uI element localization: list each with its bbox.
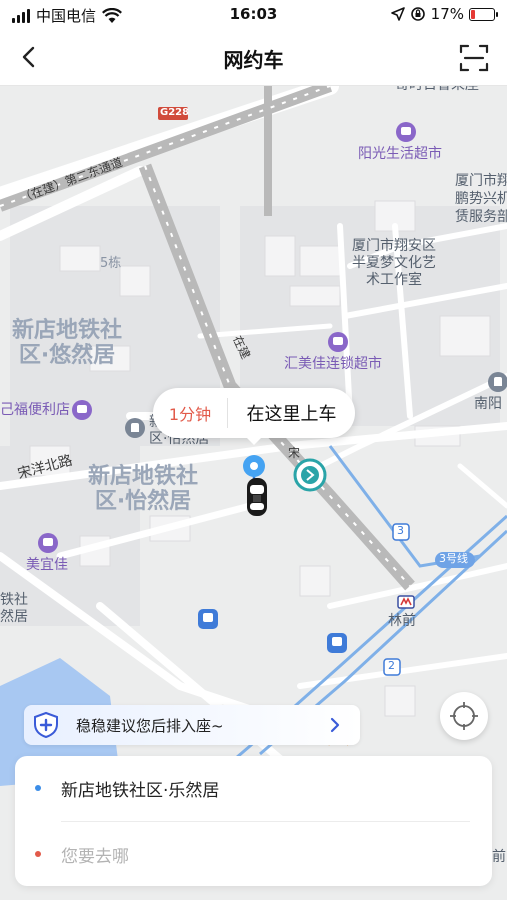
poi-qian: 前 (492, 849, 506, 865)
battery-level (471, 9, 476, 19)
poi-huimeijia: 汇美佳连锁超市 (284, 356, 382, 372)
poi-tieshe: 铁社 然居 (0, 592, 28, 625)
area-yiranju: 新店地铁社 区·怡然居 (88, 464, 199, 515)
poi-bianli: 己福便利店 (0, 402, 70, 418)
poi-meiyijia: 美宜佳 (26, 557, 68, 573)
area-youranju: 新店地铁社 区·悠然居 (12, 318, 123, 369)
highway-shield-label: G228 (160, 107, 190, 118)
bus-stop-icon (198, 609, 218, 629)
poi-banxia: 厦门市翔安区 半夏梦文化艺 术工作室 (352, 238, 436, 288)
supermarket-pin-icon-2 (328, 332, 348, 352)
nanyang-pin-icon (488, 372, 507, 392)
supermarket-pin-icon (396, 122, 416, 142)
pickup-dot-icon (35, 785, 41, 791)
destination-row[interactable]: 您要去哪 (15, 824, 492, 884)
pickup-address-row[interactable]: 新店地铁社区·乐然居 (15, 758, 492, 818)
orientation-lock-icon (410, 7, 425, 21)
destination-dot-icon (35, 851, 41, 857)
community-pin-icon (125, 418, 145, 438)
map-view[interactable]: 哥时日香來座 G228 （在建）第二东通道 5栋 阳光生活超市 厦门市翔 鹏势兴… (0, 86, 507, 900)
metro-station-linqian: 林前 (388, 613, 416, 629)
destination-input[interactable]: 您要去哪 (61, 842, 129, 867)
pickup-address: 新店地铁社区·乐然居 (61, 781, 220, 801)
pickup-text: 在这里上车 (246, 404, 337, 425)
building-label-5: 5栋 (100, 256, 122, 271)
scan-button[interactable] (459, 43, 489, 73)
crosshair-icon (450, 702, 478, 730)
pickup-eta: 1分钟 (168, 405, 212, 424)
store-pin-icon (72, 400, 92, 420)
locate-me-button[interactable] (440, 692, 488, 740)
car-icon (247, 478, 267, 516)
line-badge-3: 3 (397, 524, 404, 537)
map-label-top: 哥时日香來座 (395, 86, 479, 95)
nav-bar: 网约车 (0, 30, 507, 86)
charging-station-icon (293, 458, 327, 492)
line-badge-2: 2 (388, 659, 395, 672)
seat-suggestion-banner[interactable]: 稳稳建议您后排入座~ (24, 705, 360, 745)
meiyijia-pin-icon (38, 533, 58, 553)
chevron-right-icon (330, 717, 340, 733)
status-bar: 中国电信 16:03 17% (0, 0, 507, 30)
metro-line-3-label: 3号线 (439, 552, 468, 565)
pickup-bubble[interactable]: 1分钟 在这里上车 (153, 388, 355, 445)
page-title: 网约车 (223, 48, 284, 72)
shield-plus-icon (34, 711, 58, 739)
battery-icon (469, 7, 498, 21)
status-right: 17% (390, 5, 498, 23)
pickup-arrow (245, 436, 263, 445)
poi-yangguang: 阳光生活超市 (358, 146, 442, 162)
battery-percent: 17% (430, 5, 464, 23)
scan-icon (459, 44, 489, 72)
seat-suggestion-text: 稳稳建议您后排入座~ (76, 717, 224, 735)
poi-nanyang: 南阳 (474, 396, 502, 412)
location-arrow-icon (390, 7, 405, 21)
poi-xiamen-peng: 厦门市翔 鹏势兴机 赁服务部 (455, 173, 507, 226)
address-card: 新店地铁社区·乐然居 您要去哪 (15, 756, 492, 886)
address-divider (61, 821, 470, 822)
bus-stop-icon-2 (327, 633, 347, 653)
